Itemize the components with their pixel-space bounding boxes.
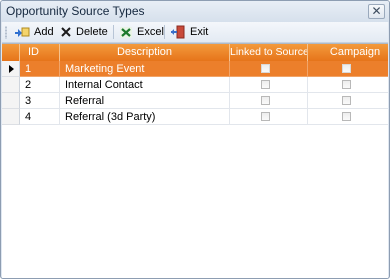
- exit-icon: [171, 25, 185, 39]
- window-title: Opportunity Source Types: [6, 4, 145, 18]
- campaign-checkbox[interactable]: [342, 64, 351, 73]
- grid-header: ID Description Linked to Source Campaign: [2, 44, 388, 61]
- excel-icon: [120, 26, 132, 38]
- exit-label: Exit: [190, 26, 209, 38]
- cell-id[interactable]: 1: [20, 61, 60, 77]
- delete-label: Delete: [76, 26, 108, 38]
- cell-id[interactable]: 4: [20, 109, 60, 125]
- close-button[interactable]: ✕: [368, 4, 385, 19]
- campaign-checkbox[interactable]: [342, 96, 351, 105]
- cell-linked-to-source: [230, 109, 308, 125]
- data-grid: ID Description Linked to Source Campaign…: [2, 43, 388, 278]
- linked-to-source-checkbox[interactable]: [261, 96, 270, 105]
- cell-campaign: [308, 109, 388, 125]
- column-header-linked-to-source[interactable]: Linked to Source: [230, 44, 308, 61]
- delete-button[interactable]: Delete: [60, 24, 108, 40]
- exit-button[interactable]: Exit: [170, 24, 208, 40]
- cell-campaign: [308, 93, 388, 109]
- header-indicator-cell: [2, 44, 20, 61]
- cell-id[interactable]: 2: [20, 77, 60, 93]
- table-row[interactable]: 3 Referral: [2, 93, 388, 109]
- excel-button[interactable]: Excel: [119, 24, 164, 40]
- cell-campaign: [308, 61, 388, 77]
- add-label: Add: [34, 26, 54, 38]
- row-indicator[interactable]: [2, 109, 20, 125]
- cell-description[interactable]: Referral (3d Party): [60, 109, 230, 125]
- add-button[interactable]: Add: [14, 24, 54, 40]
- toolbar-grip[interactable]: [5, 26, 7, 39]
- add-icon: [15, 27, 30, 37]
- table-row[interactable]: 2 Internal Contact: [2, 77, 388, 93]
- column-header-description[interactable]: Description: [60, 44, 230, 61]
- cell-linked-to-source: [230, 77, 308, 93]
- table-row[interactable]: 4 Referral (3d Party): [2, 109, 388, 125]
- cell-linked-to-source: [230, 61, 308, 77]
- dialog-window: Opportunity Source Types ✕ Add Delete Ex…: [0, 0, 390, 279]
- row-indicator[interactable]: [2, 77, 20, 93]
- cell-description[interactable]: Internal Contact: [60, 77, 230, 93]
- column-header-id[interactable]: ID: [20, 44, 60, 61]
- toolbar: Add Delete Excel Exit: [2, 22, 388, 43]
- row-indicator[interactable]: [2, 61, 20, 77]
- cell-linked-to-source: [230, 93, 308, 109]
- toolbar-separator: [113, 25, 114, 39]
- linked-to-source-checkbox[interactable]: [261, 112, 270, 121]
- table-row[interactable]: 1 Marketing Event: [2, 61, 388, 77]
- linked-to-source-checkbox[interactable]: [261, 80, 270, 89]
- campaign-checkbox[interactable]: [342, 80, 351, 89]
- campaign-checkbox[interactable]: [342, 112, 351, 121]
- excel-label: Excel: [137, 26, 164, 38]
- cell-id[interactable]: 3: [20, 93, 60, 109]
- column-header-campaign[interactable]: Campaign: [308, 44, 388, 61]
- current-row-arrow-icon: [9, 65, 14, 73]
- row-indicator[interactable]: [2, 93, 20, 109]
- close-icon: ✕: [371, 4, 382, 18]
- cell-campaign: [308, 77, 388, 93]
- linked-to-source-checkbox[interactable]: [261, 64, 270, 73]
- cell-description[interactable]: Referral: [60, 93, 230, 109]
- cell-description[interactable]: Marketing Event: [60, 61, 230, 77]
- toolbar-separator: [164, 25, 165, 39]
- delete-icon: [61, 27, 71, 37]
- title-bar: Opportunity Source Types ✕: [1, 1, 389, 22]
